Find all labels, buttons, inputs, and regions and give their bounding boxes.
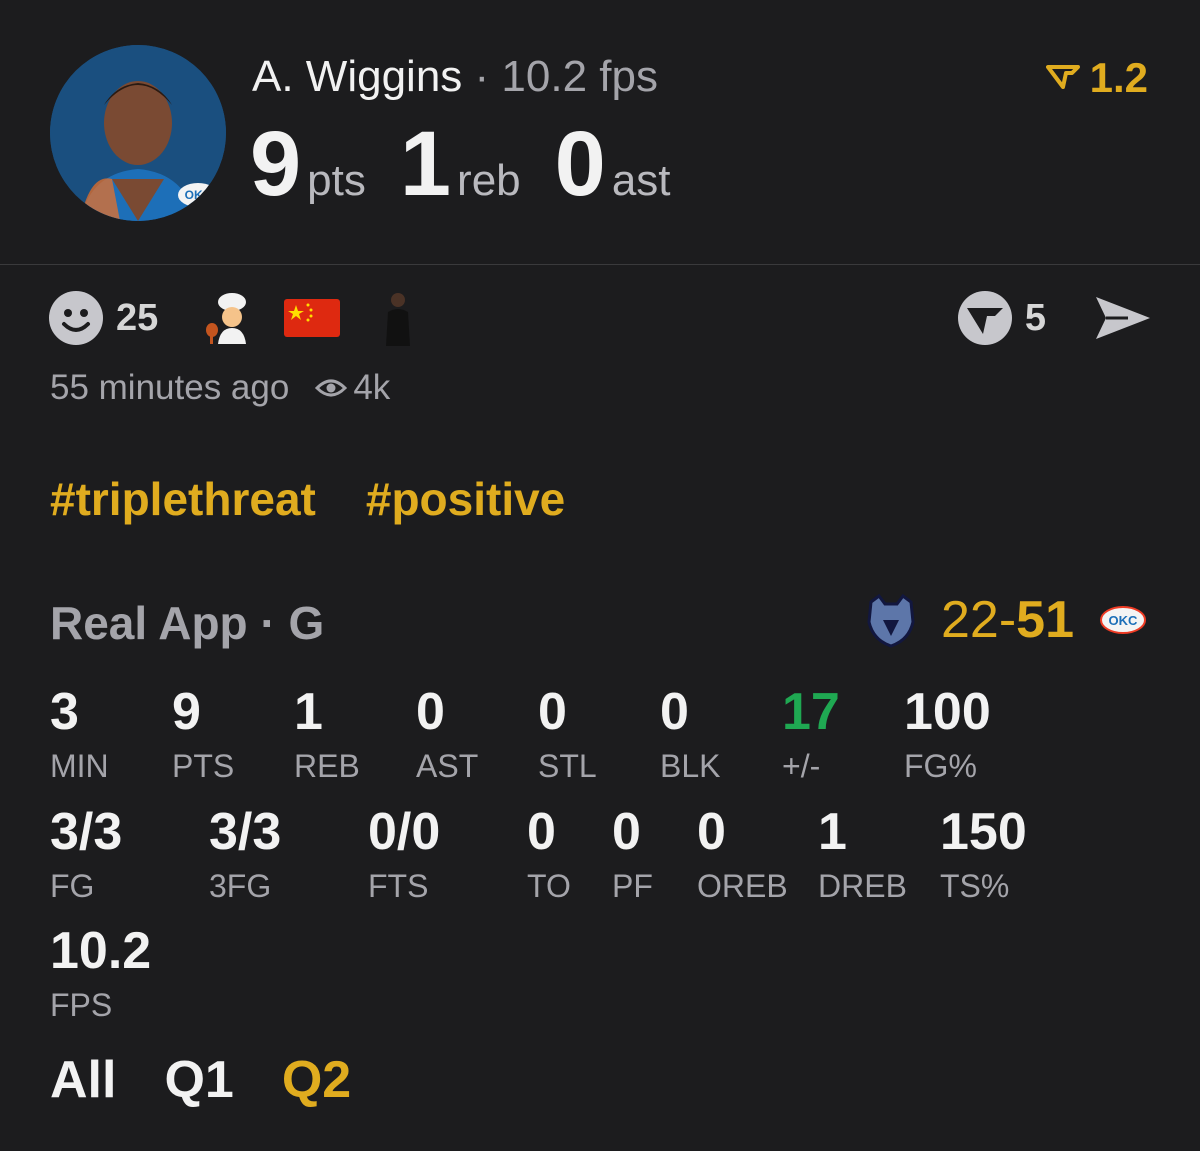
rebounds-unit: reb [457, 156, 521, 205]
stat-value: 0 [660, 683, 689, 741]
stat-plus-minus: 17 +/- [782, 686, 840, 785]
right-actions: 5 [957, 290, 1152, 346]
source-label: Real App · G [50, 597, 325, 649]
stat-value: 100 [904, 683, 991, 741]
eye-icon [315, 379, 348, 397]
stat-label: STL [538, 748, 597, 784]
stat-value: 1 [294, 683, 323, 741]
stat-value: 3/3 [50, 803, 123, 861]
stat-3fg: 3/3 3FG [209, 806, 281, 905]
stat-value: 0 [416, 683, 445, 741]
china-flag-emoji[interactable] [284, 299, 341, 337]
game-score[interactable]: 22-51 OKC [863, 590, 1148, 650]
stat-label: FTS [368, 868, 429, 904]
stat-fts: 0/0 FTS [368, 806, 440, 905]
player-name-line: A. Wiggins · 10.2 fps [252, 52, 658, 102]
v-badge-icon[interactable] [957, 290, 1013, 346]
stat-label: FG [50, 868, 95, 904]
svg-text:OKC: OKC [1109, 613, 1139, 628]
points-value: 9 [250, 113, 302, 215]
stat-value: 3/3 [209, 803, 282, 861]
headline-stats: 9 pts 1 reb 0 ast [250, 112, 705, 217]
player-avatar[interactable]: OKC [50, 45, 226, 221]
stat-min: 3 MIN [50, 686, 109, 785]
reaction-row: 25 [48, 290, 418, 346]
stat-value: 1 [818, 803, 847, 861]
stat-ts-pct: 150 TS% [940, 806, 1027, 905]
stat-value: 0/0 [368, 803, 441, 861]
reaction-count: 25 [116, 296, 159, 339]
stat-value: 17 [782, 683, 840, 741]
person-figure-emoji[interactable] [378, 290, 418, 346]
thunder-logo-icon: OKC [1100, 606, 1146, 634]
view-count: 4k [353, 368, 391, 407]
stat-fg: 3/3 FG [50, 806, 122, 905]
smiley-icon[interactable] [48, 290, 104, 346]
hashtag-list: #triplethreat #positive [50, 472, 615, 526]
stat-fg-pct: 100 FG% [904, 686, 991, 785]
stat-fps: 10.2 FPS [50, 925, 151, 1024]
stat-label: PTS [172, 748, 235, 784]
stat-value: 3 [50, 683, 79, 741]
header-divider [0, 264, 1200, 265]
tab-q1[interactable]: Q1 [164, 1051, 233, 1109]
tab-q2[interactable]: Q2 [282, 1051, 351, 1109]
stat-ast: 0 AST [416, 686, 478, 785]
meta-row: 55 minutes ago 4k [50, 368, 390, 408]
stat-value: 10.2 [50, 922, 152, 980]
time-ago: 55 minutes ago [50, 368, 290, 407]
stat-dreb: 1 DREB [818, 806, 907, 905]
stat-label: TS% [940, 868, 1010, 904]
quarter-tabs: All Q1 Q2 [50, 1050, 399, 1110]
assists-unit: ast [611, 156, 671, 205]
stat-label: PF [612, 868, 653, 904]
rating-badge[interactable]: 1.2 [1045, 54, 1148, 102]
score-home: 51 [1016, 591, 1074, 649]
stat-label: DREB [818, 868, 907, 904]
stat-label: AST [416, 748, 479, 784]
rebounds-value: 1 [399, 113, 452, 215]
tab-all[interactable]: All [50, 1051, 116, 1109]
stat-label: MIN [50, 748, 109, 784]
stat-to: 0 TO [527, 806, 571, 905]
grizzlies-logo-icon [867, 593, 915, 648]
stat-blk: 0 BLK [660, 686, 720, 785]
assists-value: 0 [554, 113, 606, 215]
stat-value: 0 [697, 803, 726, 861]
player-photo: OKC [50, 45, 226, 221]
chef-emoji[interactable] [202, 292, 254, 344]
player-name[interactable]: A. Wiggins [252, 52, 462, 101]
stat-label: BLK [660, 748, 721, 784]
v-chevron-icon [1045, 65, 1080, 89]
stat-reb: 1 REB [294, 686, 360, 785]
stat-label: 3FG [209, 868, 272, 904]
stat-value: 9 [172, 683, 201, 741]
stat-value: 0 [612, 803, 641, 861]
stat-pts: 9 PTS [172, 686, 234, 785]
stat-pf: 0 PF [612, 806, 653, 905]
stat-label: TO [527, 868, 571, 904]
stat-label: OREB [697, 868, 788, 904]
score-away: 22 [940, 591, 999, 649]
stat-value: 0 [527, 803, 556, 861]
hashtag-positive[interactable]: #positive [366, 473, 565, 525]
stat-value: 0 [538, 683, 567, 741]
stat-label: FG% [904, 748, 977, 784]
v-badge-count: 5 [1024, 296, 1046, 339]
stat-label: REB [294, 748, 360, 784]
svg-text:OKC: OKC [185, 188, 212, 202]
stat-label: FPS [50, 987, 113, 1023]
send-icon[interactable] [1094, 293, 1152, 343]
stat-value: 150 [940, 803, 1027, 861]
hashtag-triplethreat[interactable]: #triplethreat [50, 473, 316, 525]
stat-oreb: 0 OREB [697, 806, 788, 905]
stat-label: +/- [782, 748, 821, 784]
player-fps: 10.2 fps [501, 52, 658, 101]
score-separator: - [998, 591, 1017, 649]
stat-stl: 0 STL [538, 686, 597, 785]
rating-value: 1.2 [1089, 54, 1148, 101]
separator-dot: · [462, 52, 502, 101]
points-unit: pts [307, 156, 366, 205]
